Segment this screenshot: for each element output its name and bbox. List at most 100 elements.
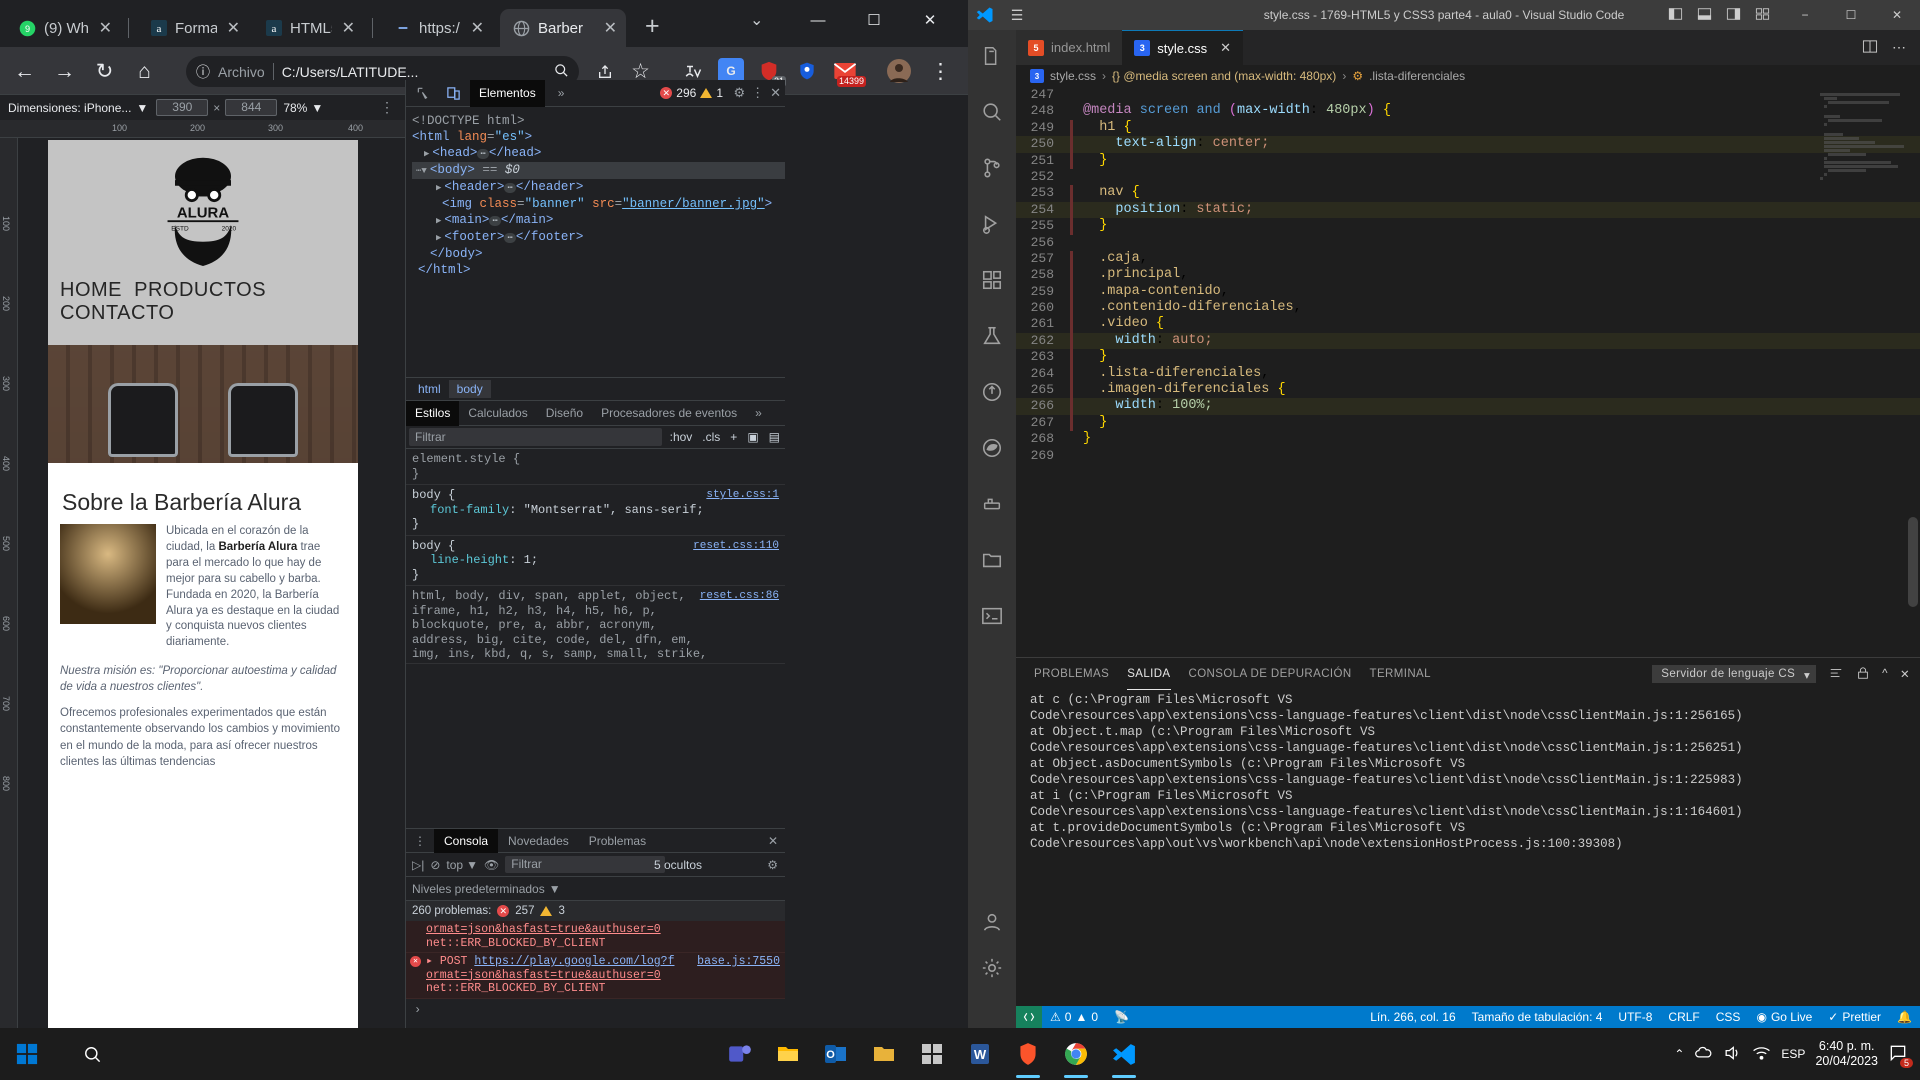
close-icon[interactable]: ✕ [224,18,243,38]
css-declaration[interactable]: line-height: 1; [412,553,779,568]
language-mode[interactable]: CSS [1708,1006,1749,1028]
code-line[interactable]: 259 .mapa-contenido, [1016,283,1920,301]
lock-scroll-icon[interactable] [1856,666,1870,683]
cloud-icon[interactable] [1694,1046,1713,1063]
issue-counts[interactable]: ✕ 296 1 [660,86,723,100]
css-source-link[interactable]: reset.css:86 [700,589,779,604]
code-line[interactable]: 266 width: 100%; [1016,398,1920,415]
go-live-button[interactable]: ◉ Go Live [1748,1006,1820,1028]
breadcrumb-body[interactable]: body [448,380,491,398]
taskbar-outlook-icon[interactable]: O [812,1028,860,1080]
device-selector[interactable]: Dimensiones: iPhone... ▼ [0,101,156,115]
nav-item-contacto[interactable]: CONTACTO [60,302,174,324]
panel-right-icon[interactable] [1726,7,1741,24]
explorer-icon[interactable] [968,36,1016,76]
terminal-icon[interactable] [968,596,1016,636]
close-icon[interactable]: ✕ [1214,40,1231,56]
notifications-icon[interactable]: 5 [1888,1043,1913,1068]
browser-tab-4[interactable]: Barber ✕ [500,9,626,47]
taskbar-word-icon[interactable]: W [956,1028,1004,1080]
code-line[interactable]: 269 [1016,448,1920,464]
browser-tab-2[interactable]: a HTML5 ✕ [252,9,364,47]
css-source-link[interactable]: style.css:1 [706,488,779,503]
breadcrumb-selector[interactable]: .lista-diferenciales [1369,69,1465,83]
edge-tools-icon[interactable] [968,428,1016,468]
dom-node[interactable]: <html lang="es"> [412,129,785,145]
breadcrumb-html[interactable]: html [410,380,449,398]
css-rules-list[interactable]: element.style { } style.css:1 body { fon… [406,449,785,664]
code-line[interactable]: 267 } [1016,414,1920,432]
editor-tab-style-css[interactable]: 3 style.css ✕ [1122,30,1243,65]
dom-node[interactable]: </body> [412,246,785,262]
tab-size[interactable]: Tamaño de tabulación: 4 [1464,1006,1611,1028]
account-icon[interactable] [968,902,1016,942]
clear-output-icon[interactable] [1828,666,1844,683]
clear-console-icon[interactable]: ⊘ [430,858,440,872]
output-content[interactable]: at c (c:\Program Files\Microsoft VS Code\… [1016,690,1920,860]
clock[interactable]: 6:40 p. m. 20/04/2023 [1815,1039,1878,1069]
css-source-link[interactable]: reset.css:110 [693,539,779,554]
computed-sidebar-icon[interactable]: ▤ [764,430,785,444]
code-line[interactable]: 261 .video { [1016,316,1920,333]
back-button[interactable]: ← [12,59,37,84]
minimize-button[interactable]: — [790,0,846,40]
code-line[interactable]: 263 } [1016,349,1920,366]
dom-node[interactable]: ▶ <head> ⋯ </head> [412,145,785,162]
code-editor[interactable]: 247 248 @media screen and (max-width: 480p… [1016,87,1920,635]
device-width-input[interactable]: 390 [156,99,209,116]
dom-breadcrumb[interactable]: html body [406,377,785,401]
windows-start-button[interactable] [0,1028,54,1080]
show-hidden-icons-chevron[interactable]: ⌃ [1674,1047,1684,1061]
maximize-button[interactable]: ☐ [1828,0,1874,30]
code-line[interactable]: 268} [1016,431,1920,447]
tab-consola-depuracion[interactable]: CONSOLA DE DEPURACIÓN [1189,668,1352,680]
search-icon[interactable] [968,92,1016,132]
editor-scrollbar[interactable] [1906,87,1920,635]
tab-elementos[interactable]: Elementos [470,80,545,107]
gear-icon[interactable]: ⚙ [733,85,745,101]
tab-calculados[interactable]: Calculados [459,401,536,426]
speaker-icon[interactable] [1723,1045,1742,1064]
close-icon[interactable]: ✕ [96,18,115,38]
code-line[interactable]: 249 h1 { [1016,119,1920,137]
chrome-menu-icon[interactable]: ⋮ [928,59,953,84]
minimap[interactable] [1820,87,1904,635]
styles-filter-input[interactable]: Filtrar [409,428,662,446]
code-line[interactable]: 256 [1016,235,1920,251]
taskbar-chrome-icon[interactable] [1052,1028,1100,1080]
console-levels-selector[interactable]: Niveles predeterminados ▼ [412,882,561,896]
dom-node[interactable]: <img class="banner" src="banner/banner.j… [412,196,785,212]
run-debug-icon[interactable] [968,204,1016,244]
taskbar-files-icon[interactable] [860,1028,908,1080]
taskbar-store-icon[interactable] [908,1028,956,1080]
tab-estilos[interactable]: Estilos [406,400,460,426]
taskbar-vscode-icon[interactable] [1100,1028,1148,1080]
css-declaration[interactable]: font-family: "Montserrat", sans-serif; [412,503,779,518]
device-zoom-selector[interactable]: 78% ▼ [277,101,329,115]
kebab-icon[interactable]: ⋮ [751,85,764,101]
console-url[interactable]: https://play.google.com/log?f [474,955,674,968]
close-window-button[interactable]: ✕ [902,0,958,40]
code-line[interactable]: 251 } [1016,152,1920,169]
styles-more-tabs-icon[interactable]: » [746,401,771,426]
more-tabs-icon[interactable]: » [549,80,574,107]
nav-item-home[interactable]: HOME [60,279,122,301]
rendered-page[interactable]: ALURA ESTD 2020 HOME PRODUCTOS CONTACTO [48,140,358,1028]
tab-problemas[interactable]: Problemas [579,829,656,853]
testing-icon[interactable] [968,316,1016,356]
close-drawer-icon[interactable]: ✕ [768,834,778,848]
css-rule[interactable]: reset.css:110 body { line-height: 1; } [406,536,785,586]
dom-tree[interactable]: <!DOCTYPE html> <html lang="es"> ▶ <head>… [406,107,785,377]
scrollbar-thumb[interactable] [1908,517,1918,607]
output-source-select[interactable]: Servidor de lenguaje CS ▾ [1652,665,1817,683]
browser-tab-3[interactable]: https:/ ✕ [381,9,493,47]
dom-node[interactable]: </html> [412,262,785,278]
console-source-link[interactable]: base.js:7550 [697,955,780,969]
css-rule[interactable]: element.style { } [406,449,785,485]
new-tab-button[interactable]: + [645,14,660,39]
site-nav[interactable]: HOME PRODUCTOS CONTACTO [48,275,358,335]
device-more-options-icon[interactable]: ⋮ [380,99,394,116]
extensions-icon[interactable] [968,260,1016,300]
code-line[interactable]: 250 text-align: center; [1016,136,1920,153]
docker-icon[interactable] [968,484,1016,524]
